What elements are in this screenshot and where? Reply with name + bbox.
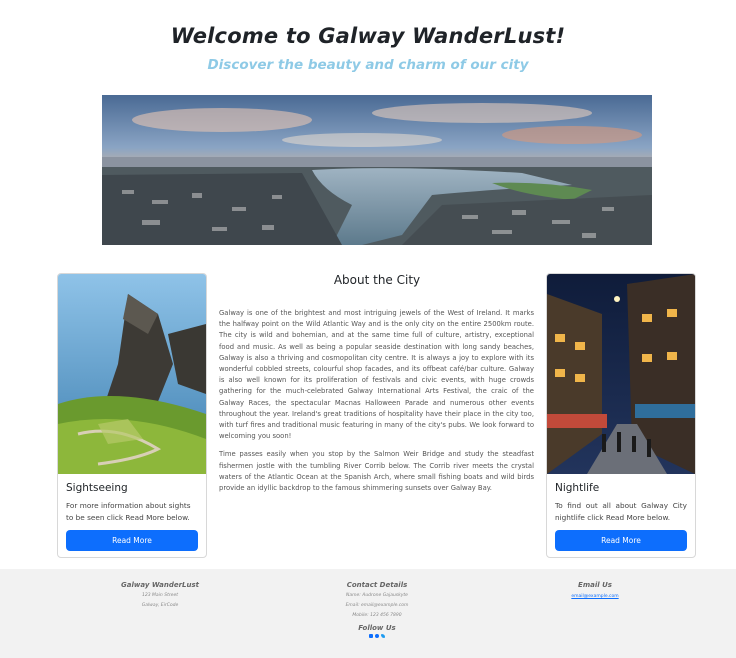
footer-address-line: 123 Main Street <box>142 593 178 598</box>
facebook-icon[interactable] <box>375 634 379 638</box>
sightseeing-title: Sightseeing <box>66 482 128 494</box>
footer-contact-title: Contact Details <box>346 581 408 589</box>
nightlife-text: To find out all about Galway City nightl… <box>555 501 687 522</box>
nightlife-image <box>547 274 695 474</box>
about-paragraph-2: Time passes easily when you stop by the … <box>219 450 534 493</box>
footer-brand: Galway WanderLust 123 Main Street Galway… <box>100 581 220 609</box>
twitter-icon[interactable] <box>381 634 385 638</box>
nightlife-read-more-button[interactable]: Read More <box>555 530 687 551</box>
nightlife-card: Nightlife To find out all about Galway C… <box>546 273 696 558</box>
sightseeing-card: Sightseeing For more information about s… <box>57 273 207 558</box>
footer-contact: Contact Details Name: Audrone Gajauskyte… <box>317 581 437 638</box>
instagram-icon[interactable] <box>369 634 373 638</box>
about-paragraph-1: Galway is one of the brightest and most … <box>219 309 534 441</box>
footer-email: Email Us email@example.com <box>535 581 655 599</box>
footer-email-title: Email Us <box>578 581 612 589</box>
about-text: Galway is one of the brightest and most … <box>219 308 534 494</box>
follow-us-title: Follow Us <box>358 624 396 632</box>
footer-address-line: Galway, EirCode <box>141 603 179 608</box>
nightlife-title: Nightlife <box>555 482 600 494</box>
footer: Galway WanderLust 123 Main Street Galway… <box>0 569 736 658</box>
footer-contact-email: Email: email@example.com <box>345 603 409 608</box>
sightseeing-image <box>58 274 206 474</box>
sightseeing-read-more-button[interactable]: Read More <box>66 530 198 551</box>
city-panorama-image <box>102 95 652 245</box>
sightseeing-text: For more information about sights to be … <box>66 501 191 522</box>
footer-brand-title: Galway WanderLust <box>121 581 199 589</box>
about-title: About the City <box>333 273 421 287</box>
page-title: Welcome to Galway WanderLust! <box>170 24 566 48</box>
footer-email-link[interactable]: email@example.com <box>535 594 655 599</box>
footer-contact-name: Name: Audrone Gajauskyte <box>346 593 408 598</box>
social-links <box>317 634 437 638</box>
footer-contact-mobile: Mobile: 123 456 7890 <box>352 613 402 618</box>
page-subtitle: Discover the beauty and charm of our cit… <box>207 57 529 73</box>
